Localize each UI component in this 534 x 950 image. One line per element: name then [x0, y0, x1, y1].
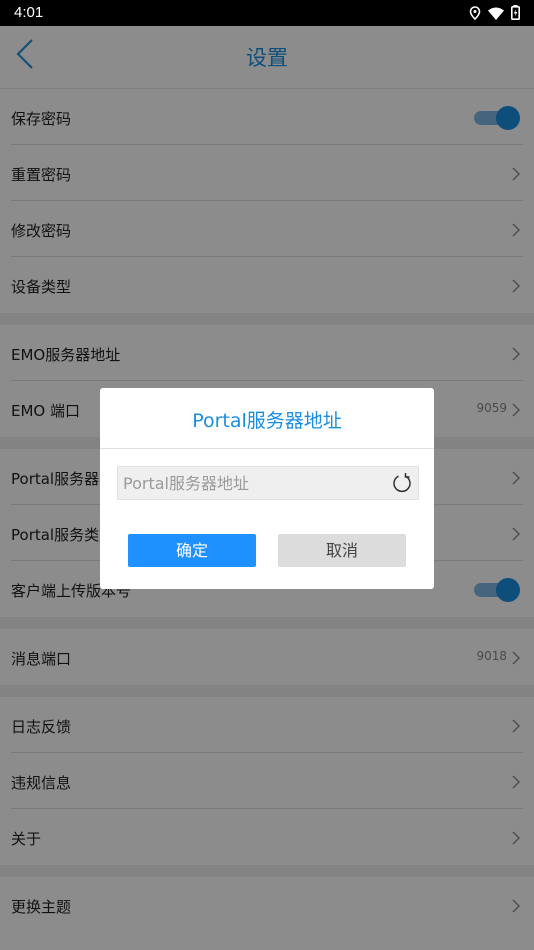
wifi-icon: [488, 5, 504, 24]
battery-icon: [511, 5, 521, 24]
refresh-icon[interactable]: [391, 472, 413, 498]
portal-address-input[interactable]: [123, 467, 385, 499]
dialog-title: Portal服务器地址: [192, 410, 342, 432]
cancel-button[interactable]: 取消: [278, 534, 406, 567]
dialog-divider: [100, 448, 434, 449]
portal-server-dialog: Portal服务器地址 确定 取消: [100, 388, 434, 589]
status-icons: [469, 5, 521, 24]
portal-address-field: [117, 466, 419, 500]
status-bar: 4:01: [0, 0, 534, 26]
location-icon: [469, 5, 481, 24]
status-time: 4:01: [14, 4, 44, 21]
confirm-button[interactable]: 确定: [128, 534, 256, 567]
